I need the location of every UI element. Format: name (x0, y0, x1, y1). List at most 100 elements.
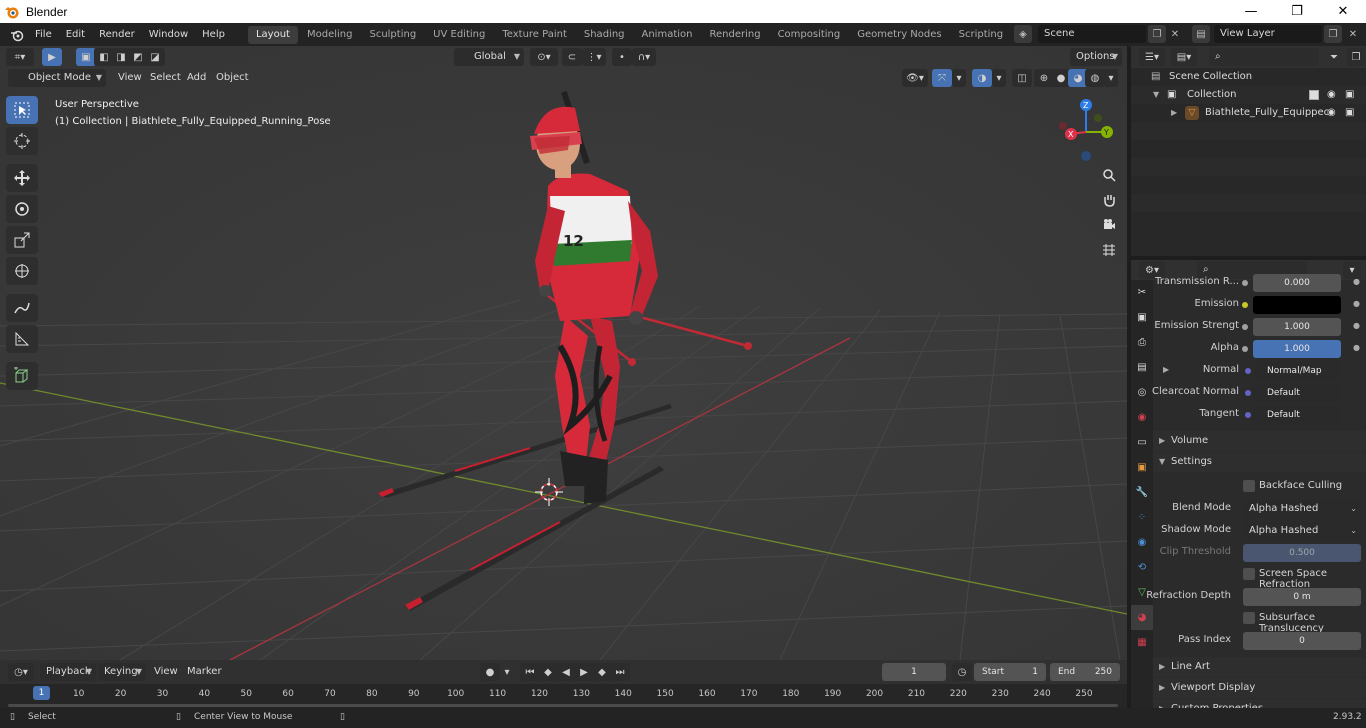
timeline-editor-type-icon[interactable]: ◷▾ (8, 663, 34, 681)
xray-toggle-icon[interactable]: ◫ (1012, 69, 1032, 87)
pivot-point-icon[interactable]: ⊙▾ (530, 48, 558, 66)
tool-transform-icon[interactable] (6, 257, 38, 285)
menu-help[interactable]: Help (195, 25, 232, 45)
view-layer-field[interactable]: View Layer (1214, 25, 1322, 43)
tab-shading[interactable]: Shading (576, 26, 633, 44)
tool-measure-icon[interactable] (6, 325, 38, 353)
socket-icon[interactable] (1242, 280, 1248, 286)
render-properties-icon[interactable]: ▣ (1131, 305, 1153, 330)
expand-collection-icon[interactable]: ▼ (1153, 86, 1159, 104)
tab-sculpting[interactable]: Sculpting (361, 26, 424, 44)
tool-scale-icon[interactable] (6, 226, 38, 254)
tab-rendering[interactable]: Rendering (701, 26, 768, 44)
viewport-menu-add[interactable]: Add (187, 72, 206, 83)
prev-keyframe-icon[interactable]: ◆ (538, 663, 558, 681)
timeline-menu-marker[interactable]: Marker (187, 666, 222, 677)
outliner-search-input[interactable]: ⌕ (1209, 48, 1319, 66)
tool-rotate-icon[interactable] (6, 195, 38, 223)
menu-render[interactable]: Render (92, 25, 142, 45)
keyframe-dot-icon[interactable]: ● (1353, 321, 1360, 330)
options-dropdown[interactable]: Options ▼ (1070, 48, 1122, 66)
socket-icon[interactable] (1242, 302, 1248, 308)
menu-edit[interactable]: Edit (59, 25, 92, 45)
timeline-ruler[interactable]: 1 10 20 30 40 50 60 70 80 90 100 110 120 130 140 150 16… (0, 684, 1127, 708)
jump-start-icon[interactable]: ⏮ (520, 663, 540, 681)
output-properties-icon[interactable]: ⎙ (1131, 330, 1153, 355)
view-layer-browse-icon[interactable]: ▤ (1192, 25, 1210, 43)
tool-move-icon[interactable] (6, 164, 38, 192)
object-properties-icon[interactable]: ▣ (1131, 455, 1153, 480)
tab-layout[interactable]: Layout (247, 25, 298, 44)
world-properties-icon[interactable]: ◉ (1131, 405, 1153, 430)
menu-file[interactable]: File (28, 25, 59, 45)
close-window-button[interactable]: ✕ (1320, 0, 1366, 23)
select-intersect-icon[interactable]: ◪ (145, 48, 165, 66)
socket-icon[interactable] (1245, 368, 1251, 374)
menu-window[interactable]: Window (142, 25, 195, 45)
viewport-menu-select[interactable]: Select (150, 72, 181, 83)
outliner-editor-type-icon[interactable]: ☰▾ (1139, 48, 1165, 66)
scene-properties-icon[interactable]: ◎ (1131, 380, 1153, 405)
collection-exclude-checkbox[interactable] (1309, 90, 1319, 100)
record-keyframe-icon[interactable]: ● (480, 663, 500, 681)
new-scene-icon[interactable]: ❐ (1148, 25, 1166, 43)
refraction-depth-field[interactable]: 0 m (1243, 588, 1361, 606)
start-frame-field[interactable]: Start 1 (974, 663, 1046, 681)
3d-viewport[interactable]: 12 Z Y X ⌗▾ ▶ ▣ ◧ ◨ ◩ ◪ Global ▼ ⊙▾ ⊂ ⋮▾… (0, 46, 1127, 660)
current-frame-field[interactable]: 1 (882, 663, 946, 681)
keyframe-dot-icon[interactable]: ● (1353, 299, 1360, 308)
screen-space-refraction-checkbox[interactable] (1243, 568, 1255, 580)
shading-dropdown-icon[interactable]: ▾ (1104, 69, 1118, 87)
proportional-edit-icon[interactable]: • (612, 48, 632, 66)
tab-texture-paint[interactable]: Texture Paint (494, 26, 575, 44)
scene-browse-icon[interactable]: ◈ (1014, 25, 1032, 43)
transform-orientation-dropdown[interactable]: Global ▼ (454, 48, 524, 66)
view-layer-properties-icon[interactable]: ▤ (1131, 355, 1153, 380)
collection-properties-icon[interactable]: ▭ (1131, 430, 1153, 455)
overlay-toggle-icon[interactable]: ◑ (972, 69, 992, 87)
blend-mode-dropdown[interactable]: Alpha Hashed ⌄ (1243, 500, 1361, 518)
end-frame-field[interactable]: End 250 (1050, 663, 1120, 681)
outliner-row-collection[interactable]: ▼ ▣ Collection ◉ ▣ (1131, 86, 1366, 104)
settings-panel-header[interactable]: ▼ Settings (1153, 452, 1366, 472)
object-mode-dropdown[interactable]: Object Mode ▼ (8, 69, 106, 87)
overlay-dropdown-icon[interactable]: ▾ (992, 69, 1006, 87)
zoom-icon[interactable] (1098, 164, 1120, 186)
tab-compositing[interactable]: Compositing (770, 26, 849, 44)
tool-cursor-icon[interactable] (6, 127, 38, 155)
transmission-field[interactable]: 0.000 (1253, 274, 1341, 292)
normal-link-field[interactable]: Normal/Map (1253, 362, 1341, 380)
expand-normal-icon[interactable]: ▶ (1163, 365, 1169, 374)
next-keyframe-icon[interactable]: ◆ (592, 663, 612, 681)
new-collection-icon[interactable]: ❐ (1347, 48, 1365, 66)
outliner-row-object[interactable]: ▶ ▽ Biathlete_Fully_Equippec ◉ ▣ (1131, 104, 1366, 122)
play-reverse-icon[interactable]: ◀ (556, 663, 576, 681)
texture-properties-icon[interactable]: ▦ (1131, 630, 1153, 655)
line-art-panel-header[interactable]: ▶ Line Art (1153, 657, 1366, 677)
perspective-toggle-icon[interactable] (1098, 239, 1120, 261)
constraints-properties-icon[interactable]: ⟲ (1131, 555, 1153, 580)
jump-end-icon[interactable]: ⏭ (610, 663, 630, 681)
modifier-properties-icon[interactable]: 🔧 (1131, 480, 1153, 505)
maximize-button[interactable]: ❐ (1274, 0, 1320, 23)
delete-view-layer-icon[interactable]: ✕ (1344, 25, 1362, 43)
falloff-icon[interactable]: ∩▾ (632, 48, 656, 66)
shading-rendered-icon[interactable]: ◍ (1085, 69, 1105, 87)
playhead[interactable]: 1 (33, 686, 50, 700)
visibility-filter-icon[interactable]: 👁▾ (902, 69, 928, 87)
emission-strength-field[interactable]: 1.000 (1253, 318, 1341, 336)
clearcoat-normal-field[interactable]: Default (1253, 384, 1341, 402)
preview-range-icon[interactable]: ◷ (952, 663, 972, 681)
select-new-icon[interactable]: ▣ (76, 48, 96, 66)
particles-properties-icon[interactable]: ⁘ (1131, 505, 1153, 530)
keyframe-dot-icon[interactable]: ● (1353, 277, 1360, 286)
socket-icon[interactable] (1242, 346, 1248, 352)
timeline-scrollbar[interactable] (8, 704, 1118, 707)
minimize-button[interactable]: — (1228, 0, 1274, 23)
viewport-display-panel-header[interactable]: ▶ Viewport Display (1153, 678, 1366, 698)
select-box-mode-icon[interactable]: ▶ (42, 48, 62, 66)
tangent-field[interactable]: Default (1253, 406, 1341, 424)
shadow-mode-dropdown[interactable]: Alpha Hashed ⌄ (1243, 522, 1361, 540)
object-render-camera-icon[interactable]: ▣ (1345, 104, 1354, 122)
tool-add-cube-icon[interactable] (6, 362, 38, 390)
